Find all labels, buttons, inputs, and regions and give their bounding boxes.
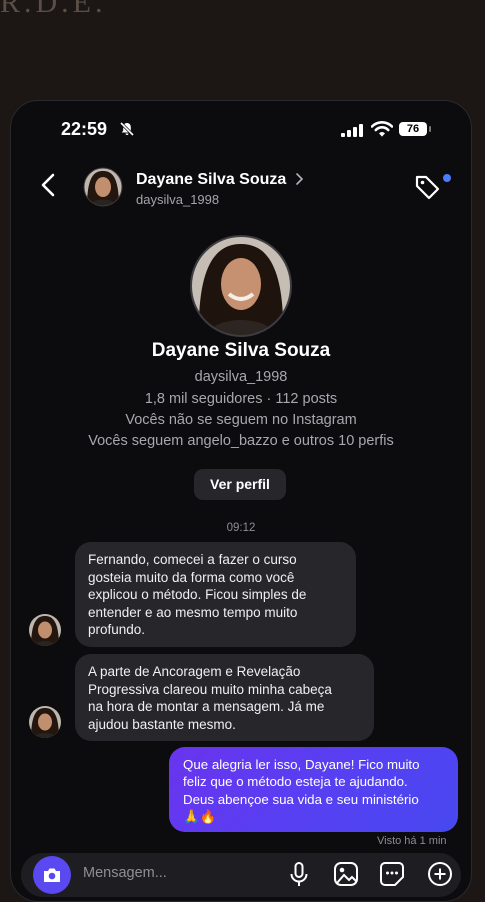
message-line: Que alegria ler isso, Dayane! Fico muito (183, 757, 420, 772)
chat-timestamp: 09:12 (226, 522, 256, 534)
message-line: profundo. (88, 622, 146, 638)
message-line: Deus abençoe sua vida e seu ministério (183, 791, 419, 807)
profile-name: Dayane Silva Souza (151, 340, 331, 361)
message-line: entender e ao mesmo tempo muito (88, 604, 298, 620)
phone-screen: 22:59 76 Dayane Silva Souza daysilva_199… (10, 100, 472, 902)
message-composer[interactable]: Mensagem... (21, 853, 461, 897)
profile-username: daysilva_1998 (194, 369, 288, 385)
header-name[interactable]: Dayane Silva Souza (136, 171, 286, 189)
message-input[interactable]: Mensagem... (83, 865, 167, 881)
message-line: A parte de Ancoragem e Revelação (88, 664, 301, 679)
profile-avatar[interactable] (189, 234, 293, 338)
view-profile-button[interactable]: Ver perfil (194, 469, 286, 500)
signal-icon (341, 124, 363, 137)
wifi-icon (371, 121, 393, 137)
tag-icon[interactable] (413, 173, 441, 201)
message-line: Fernando, comecei a fazer o curso (88, 552, 297, 567)
seen-status: Visto há 1 min (377, 835, 447, 847)
microphone-icon[interactable] (289, 861, 309, 889)
image-icon[interactable] (333, 861, 359, 887)
back-chevron-icon[interactable] (39, 173, 59, 197)
plus-icon[interactable] (427, 861, 453, 887)
mute-bell-icon (119, 121, 135, 137)
header-username: daysilva_1998 (136, 192, 220, 207)
message-line: ajudou bastante mesmo. (88, 716, 236, 732)
camera-button[interactable] (33, 856, 71, 894)
incoming-message[interactable]: Fernando, comecei a fazer o curso gostei… (75, 542, 356, 647)
battery-icon: 76 (399, 122, 427, 136)
header-avatar[interactable] (83, 167, 123, 207)
watermark: R.D.E. (0, 0, 107, 19)
message-line: na hora de montar a mensagem. Já me (88, 699, 325, 715)
incoming-message[interactable]: A parte de Ancoragem e Revelação Progres… (75, 654, 374, 741)
battery-tip (429, 126, 431, 132)
notification-dot (443, 174, 451, 182)
profile-stats: 1,8 mil seguidores · 112 posts (144, 391, 338, 407)
mutual-follows: Vocês seguem angelo_bazzo e outros 10 pe… (88, 433, 394, 449)
outgoing-message[interactable]: Que alegria ler isso, Dayane! Fico muito… (169, 747, 458, 832)
chevron-right-icon[interactable] (295, 172, 305, 186)
message-line: Progressiva clareou muito minha cabeça (88, 681, 332, 697)
message-line: explicou o método. Ficou simples de (88, 587, 307, 603)
message-line: gosteia muito da forma como você (88, 569, 295, 585)
follow-status: Vocês não se seguem no Instagram (125, 412, 357, 428)
message-line: feliz que o método esteja te ajudando. (183, 774, 408, 790)
sticker-icon[interactable] (379, 861, 405, 887)
status-time: 22:59 (61, 119, 108, 139)
sender-avatar[interactable] (28, 613, 62, 647)
camera-icon (44, 868, 60, 882)
message-line: 🙏🔥 (183, 809, 217, 825)
sender-avatar[interactable] (28, 705, 62, 739)
